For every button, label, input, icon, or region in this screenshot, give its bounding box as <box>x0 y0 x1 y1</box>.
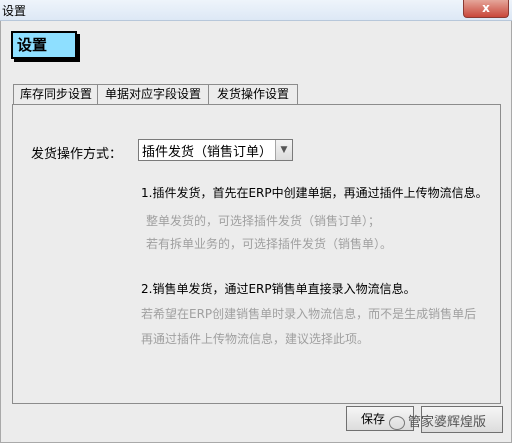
desc-plugin-sub1: 整单发货的，可选择插件发货（销售订单）； <box>146 214 381 228</box>
wechat-icon <box>389 415 405 430</box>
settings-header-badge: 设置 <box>11 31 77 59</box>
shipping-method-value: 插件发货（销售订单） <box>142 145 273 160</box>
tab-shipping-settings[interactable]: 发货操作设置 <box>208 84 298 105</box>
tab-inventory-sync[interactable]: 库存同步设置 <box>13 84 99 104</box>
desc-sales-sub1: 若希望在ERP创建销售单时录入物流信息，而不是生成销售单后 <box>141 307 477 321</box>
settings-window: 设置 库存同步设置 单据对应字段设置 发货操作设置 发货操作方式： 插件发货（销… <box>0 21 512 443</box>
watermark: 管家婆辉煌版 <box>389 411 486 430</box>
desc-plugin-shipping: 1.插件发货，首先在ERP中创建单据，再通过插件上传物流信息。 <box>141 186 488 200</box>
close-icon: x <box>482 1 490 15</box>
shipping-settings-panel: 发货操作方式： 插件发货（销售订单） ▼ 1.插件发货，首先在ERP中创建单据，… <box>12 104 501 404</box>
title-bar: 设置 x <box>0 0 512 21</box>
window-title: 设置 <box>2 4 27 18</box>
shipping-method-label: 发货操作方式： <box>31 147 123 162</box>
desc-sales-sub2: 再通过插件上传物流信息，建议选择此项。 <box>141 332 370 346</box>
shipping-method-select[interactable]: 插件发货（销售订单） ▼ <box>138 139 293 161</box>
desc-plugin-sub2: 若有拆单业务的，可选择插件发货（销售单）。 <box>146 237 393 251</box>
chevron-down-icon[interactable]: ▼ <box>275 140 292 160</box>
close-button[interactable]: x <box>463 0 509 18</box>
desc-sales-shipping: 2.销售单发货，通过ERP销售单直接录入物流信息。 <box>141 282 416 296</box>
tab-document-fields[interactable]: 单据对应字段设置 <box>97 84 209 104</box>
